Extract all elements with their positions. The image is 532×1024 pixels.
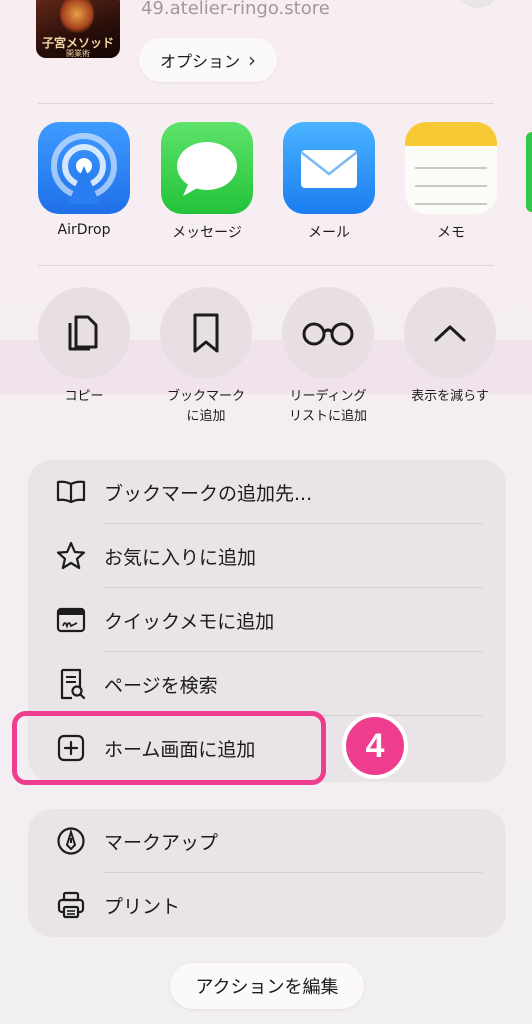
markup-icon — [57, 827, 85, 855]
action-label-line1: リーディング — [289, 389, 367, 404]
action-add-bookmark[interactable]: ブックマーク に追加 — [159, 287, 253, 427]
quick-note-icon — [56, 607, 86, 633]
action-label-line2: リストに追加 — [288, 409, 367, 424]
action-list-secondary: マークアップ プリント — [28, 809, 506, 937]
find-in-page-icon — [60, 668, 86, 700]
book-icon — [56, 480, 86, 504]
list-item-label: ページを検索 — [104, 674, 218, 697]
edit-actions-button[interactable]: アクションを編集 — [170, 963, 364, 1009]
close-button[interactable] — [456, 0, 500, 8]
highlight-frame — [12, 711, 326, 785]
step-number-badge: 4 — [342, 713, 408, 779]
app-label: メモ — [437, 225, 465, 241]
divider — [38, 265, 494, 266]
app-next-partial[interactable] — [526, 132, 532, 212]
star-icon — [56, 541, 86, 570]
thumbnail-subtitle: 開業術 — [66, 49, 90, 58]
page-thumbnail: 子宮メソッド 開業術 — [36, 0, 120, 58]
options-button[interactable]: オプション › — [139, 38, 277, 82]
action-label: コピー — [64, 389, 104, 404]
page-domain: 49.atelier-ringo.store — [141, 0, 330, 19]
list-item-label: お気に入りに追加 — [104, 546, 257, 569]
action-show-less[interactable]: 表示を減らす — [403, 287, 497, 407]
list-item-print[interactable]: プリント — [28, 873, 506, 937]
bookmark-icon — [193, 313, 219, 353]
share-sheet: 子宮メソッド 開業術 49.atelier-ringo.store オプション … — [0, 0, 532, 1024]
action-label-line1: ブックマーク — [166, 389, 245, 404]
app-mail[interactable]: メール — [283, 122, 375, 242]
list-item-find-on-page[interactable]: ページを検索 — [28, 652, 506, 716]
app-airdrop[interactable]: AirDrop — [38, 122, 130, 238]
mail-icon — [283, 122, 375, 214]
action-reading-list[interactable]: リーディング リストに追加 — [281, 287, 375, 427]
action-label-line2: に追加 — [186, 409, 226, 424]
app-label: AirDrop — [57, 222, 111, 238]
messages-icon — [161, 122, 253, 214]
airdrop-icon — [38, 122, 130, 214]
list-item-label: マークアップ — [104, 831, 219, 854]
copy-icon — [68, 315, 98, 351]
app-label: メッセージ — [172, 225, 242, 241]
chevron-right-icon: › — [248, 48, 256, 72]
list-item-quick-note[interactable]: クイックメモに追加 — [28, 588, 506, 652]
list-item-label: クイックメモに追加 — [104, 610, 275, 633]
list-item-add-bookmark-to[interactable]: ブックマークの追加先... — [28, 460, 506, 524]
app-label: メール — [308, 225, 350, 241]
app-notes[interactable]: メモ — [405, 122, 497, 242]
app-messages[interactable]: メッセージ — [161, 122, 253, 242]
action-copy[interactable]: コピー — [37, 287, 131, 407]
list-item-add-favorite[interactable]: お気に入りに追加 — [28, 524, 506, 588]
notes-icon — [405, 122, 497, 214]
glasses-icon — [302, 322, 354, 346]
list-item-markup[interactable]: マークアップ — [28, 809, 506, 873]
printer-icon — [57, 891, 85, 919]
options-label: オプション — [159, 52, 240, 71]
action-label: 表示を減らす — [411, 389, 489, 404]
divider — [38, 103, 494, 104]
chevron-up-icon — [434, 325, 466, 342]
list-item-label: プリント — [104, 895, 181, 918]
list-item-label: ブックマークの追加先... — [104, 482, 313, 505]
